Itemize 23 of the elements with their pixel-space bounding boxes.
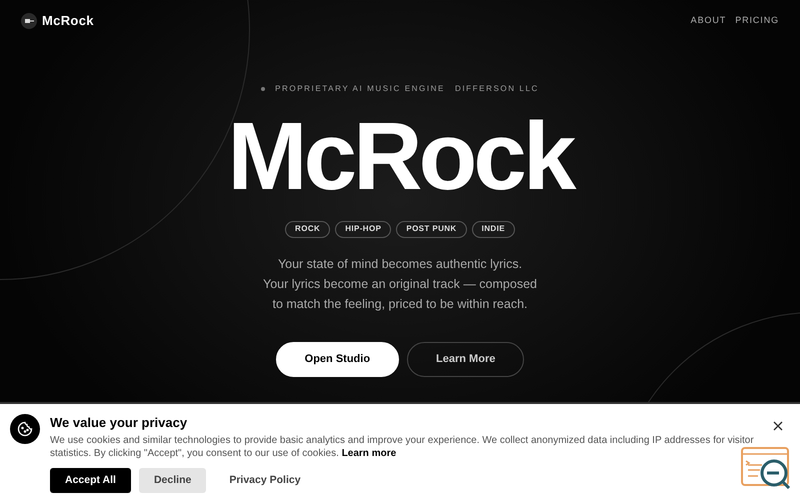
hero-button[interactable]: Learn More bbox=[407, 342, 524, 376]
logo-icon bbox=[21, 12, 37, 29]
cookie-icon bbox=[10, 414, 40, 444]
eyebrow-text: PROPRIETARY AI MUSIC ENGINE bbox=[275, 82, 445, 94]
cookie-button[interactable]: Decline bbox=[138, 468, 206, 493]
genre-tag: HIP-HOP bbox=[335, 220, 392, 238]
hero-title: McRock bbox=[226, 108, 575, 204]
hero-text: to match the feeling, priced to be within reach. bbox=[272, 296, 528, 313]
cookie-title: We value your privacy bbox=[50, 414, 188, 432]
nav-link[interactable]: PRICING bbox=[735, 14, 779, 28]
nav-link[interactable]: ABOUT bbox=[690, 14, 726, 28]
close-icon[interactable] bbox=[773, 421, 783, 431]
cookie-button[interactable]: Accept All bbox=[50, 468, 131, 493]
cookie-text: We use cookies and similar technologies to provide basic analytics and improve your experience. We collect anonymized data including IP addresses for visitor statistics. By clicking "Accept", you consent to our use of cookies. Learn more bbox=[50, 434, 755, 460]
hero-text: Your lyrics become an original track — composed bbox=[263, 276, 537, 293]
hero-button[interactable]: Open Studio bbox=[276, 342, 400, 376]
brand-name[interactable]: McRock bbox=[42, 11, 94, 30]
browser-magnifier-icon[interactable] bbox=[741, 447, 791, 489]
genre-tag: POST PUNK bbox=[396, 220, 467, 238]
hero-text: Your state of mind becomes authentic lyrics. bbox=[278, 256, 522, 273]
cookie-button[interactable]: Privacy Policy bbox=[214, 468, 316, 493]
eyebrow-text: DIFFERSON LLC bbox=[454, 82, 539, 94]
learn-more-link[interactable]: Learn more bbox=[342, 448, 396, 459]
